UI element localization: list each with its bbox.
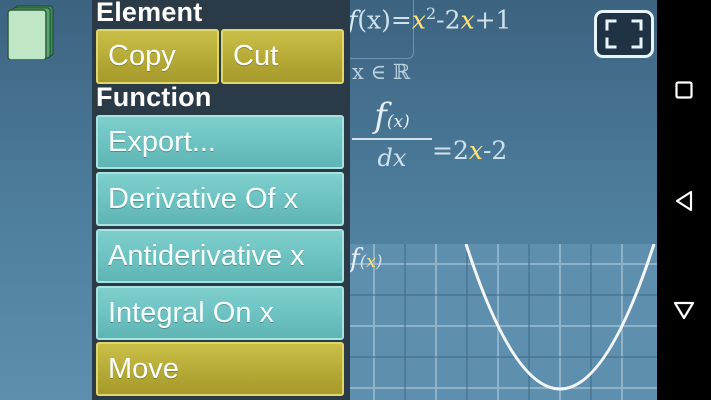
back-button[interactable]	[671, 188, 697, 214]
variable-x: x	[460, 5, 475, 35]
function-graph[interactable]	[346, 244, 657, 400]
move-button[interactable]: Move	[96, 342, 344, 396]
square-icon	[675, 81, 693, 99]
numerator-f: f	[374, 96, 387, 136]
derivative-equals: =2	[432, 136, 469, 165]
element-section-header: Element	[96, 0, 203, 27]
derivative-denominator: dx	[377, 144, 407, 172]
graph-label-x: x	[366, 252, 376, 272]
cut-button[interactable]: Cut	[221, 29, 344, 84]
graph-label: f(x)	[350, 244, 383, 274]
graph-label-f: f	[350, 244, 360, 274]
layers-icon[interactable]	[5, 4, 57, 61]
fraction-bar	[352, 138, 432, 140]
home-triangle-icon	[673, 301, 695, 320]
numerator-arg: (x)	[386, 112, 410, 132]
equals-sign: =	[390, 5, 412, 35]
function-domain: x ∈ ℝ	[352, 60, 411, 84]
function-expression[interactable]: f(x)=x2-2x+1	[348, 4, 511, 34]
antiderivative-button[interactable]: Antiderivative x	[96, 229, 344, 283]
export-button[interactable]: Export...	[96, 115, 344, 169]
derivative-numerator: f(x)	[352, 96, 432, 136]
variable-x: x	[411, 5, 426, 35]
graph-label-paren: )	[375, 252, 383, 272]
copy-button[interactable]: Copy	[96, 29, 219, 84]
derivative-constant: -2	[482, 136, 508, 165]
function-section-header: Function	[96, 82, 212, 112]
variable-x: x	[468, 136, 483, 165]
constant: +1	[474, 5, 512, 35]
recents-button[interactable]	[671, 77, 697, 103]
back-triangle-icon	[675, 190, 693, 212]
coefficient: -2	[436, 5, 461, 35]
function-arg: (x)	[357, 5, 391, 35]
derivative-result: =2x-2	[432, 136, 507, 165]
app-canvas[interactable]: f(x)=x2-2x+1 x ∈ ℝ f(x) dx =2x-2 f(x) El…	[0, 0, 657, 400]
exponent: 2	[425, 4, 437, 23]
derivative-fraction[interactable]: f(x) dx	[352, 96, 432, 172]
integral-button[interactable]: Integral On x	[96, 286, 344, 340]
home-button[interactable]	[671, 297, 697, 323]
android-navigation-bar	[657, 0, 711, 400]
fullscreen-button[interactable]	[594, 10, 654, 58]
derivative-button[interactable]: Derivative Of x	[96, 172, 344, 226]
fullscreen-icon	[605, 19, 643, 49]
